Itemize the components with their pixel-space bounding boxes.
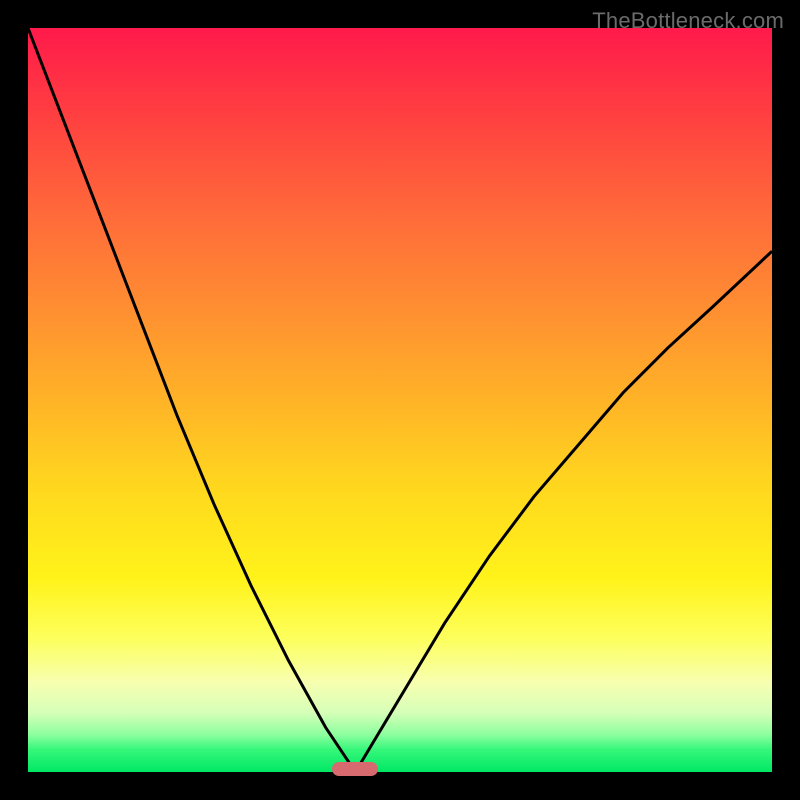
curve-left-branch: [28, 28, 355, 772]
curve-right-branch: [355, 251, 772, 772]
watermark-text: TheBottleneck.com: [592, 8, 784, 34]
optimal-marker: [332, 762, 378, 776]
bottleneck-curve: [28, 28, 772, 772]
chart-plot-area: [28, 28, 772, 772]
